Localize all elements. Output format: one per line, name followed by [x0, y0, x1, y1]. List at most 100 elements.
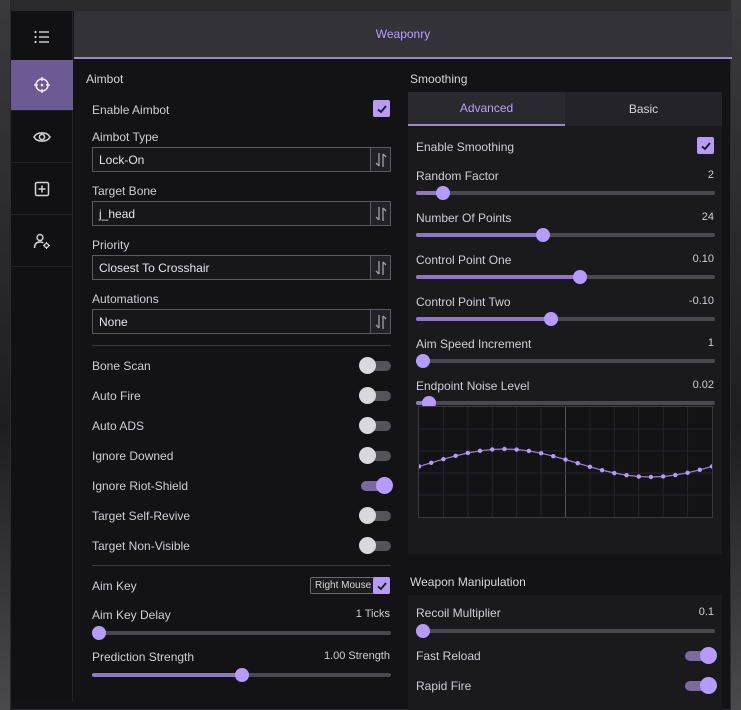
- curve-point: [587, 464, 593, 469]
- smoothing-slider-label: Control Point One: [416, 253, 512, 267]
- curve-point: [453, 453, 458, 459]
- toggle-label: Ignore Riot-Shield: [92, 479, 189, 493]
- smoothing-slider[interactable]: [416, 354, 715, 368]
- smoothing-slider-value: 2: [707, 169, 714, 181]
- toggle-knob: [359, 387, 376, 404]
- page-header: Weaponry: [74, 11, 732, 59]
- aim-key-checkbox[interactable]: [373, 577, 390, 594]
- prediction-strength-value: 1.00 Strength: [323, 650, 390, 662]
- priority-dropdown[interactable]: Closest To Crosshair: [92, 255, 391, 280]
- curve-point: [538, 451, 544, 456]
- curve-point: [624, 473, 629, 478]
- curve-point: [429, 460, 434, 466]
- smoothing-slider[interactable]: [416, 228, 715, 242]
- toggle-label: Auto Fire: [92, 389, 141, 403]
- smoothing-slider-label: Control Point Two: [416, 295, 511, 309]
- aim-key-delay-slider[interactable]: [92, 626, 391, 640]
- toggle-switch[interactable]: [359, 387, 391, 404]
- recoil-multiplier-label: Recoil Multiplier: [416, 606, 501, 620]
- weapon-manipulation-panel: Recoil Multiplier 0.1 Fast Reload Rapid …: [408, 595, 722, 710]
- slider-thumb[interactable]: [572, 270, 587, 284]
- toggle-switch[interactable]: [359, 507, 391, 524]
- toggle-knob: [359, 357, 376, 374]
- aimbot-type-value: Lock-On: [99, 153, 145, 167]
- smoothing-slider[interactable]: [416, 186, 715, 200]
- priority-label: Priority: [92, 238, 130, 252]
- smoothing-slider[interactable]: [416, 312, 715, 326]
- sidebar-item-misc[interactable]: [11, 163, 73, 215]
- smoothing-slider-label: Number Of Points: [416, 211, 512, 225]
- slider-thumb[interactable]: [92, 626, 106, 640]
- smoothing-curve-graph: [416, 406, 715, 518]
- smoothing-slider-value: 24: [701, 211, 714, 223]
- smoothing-slider-value: -0.10: [688, 295, 714, 307]
- check-icon: [376, 104, 387, 113]
- toggle-label: Bone Scan: [92, 359, 151, 373]
- fast-reload-toggle[interactable]: [685, 647, 717, 664]
- tab-advanced[interactable]: Advanced: [408, 92, 565, 126]
- menu-icon: [34, 30, 49, 43]
- aimbot-type-dropdown[interactable]: Lock-On: [92, 147, 391, 172]
- enable-aimbot-label: Enable Aimbot: [92, 103, 170, 117]
- slider-fill: [416, 233, 543, 237]
- prediction-strength-slider[interactable]: [92, 668, 391, 682]
- enable-smoothing-label: Enable Smoothing: [416, 140, 515, 154]
- curve-point: [563, 457, 568, 462]
- smoothing-curve-svg: [416, 407, 715, 517]
- sidebar-item-aimbot[interactable]: [11, 60, 73, 111]
- slider-thumb[interactable]: [234, 668, 249, 682]
- dropdown-arrow-icon: [370, 256, 390, 279]
- slider-thumb[interactable]: [435, 186, 450, 200]
- sidebar: [11, 11, 73, 701]
- check-icon: [376, 581, 387, 590]
- curve-point: [514, 447, 519, 452]
- sidebar-item-settings[interactable]: [11, 215, 73, 267]
- enable-smoothing-checkbox[interactable]: [697, 137, 714, 154]
- rapid-fire-toggle[interactable]: [685, 677, 717, 694]
- slider-thumb[interactable]: [416, 354, 430, 368]
- aimbot-section-title: Aimbot: [86, 72, 124, 86]
- sidebar-item-visuals[interactable]: [11, 111, 73, 163]
- slider-thumb[interactable]: [544, 312, 559, 326]
- target-bone-dropdown[interactable]: j_head: [92, 201, 391, 226]
- toggle-knob: [359, 417, 376, 434]
- smoothing-slider-value: 1: [707, 337, 714, 349]
- automations-dropdown[interactable]: None: [92, 309, 391, 334]
- check-icon: [700, 141, 711, 150]
- recoil-multiplier-slider[interactable]: [416, 624, 715, 638]
- toggle-label: Target Self-Revive: [92, 509, 191, 523]
- sidebar-item-menu[interactable]: [11, 11, 73, 63]
- curve-point: [477, 448, 483, 453]
- curve-point: [490, 447, 495, 452]
- dropdown-arrow-icon: [370, 148, 390, 171]
- slider-fill: [416, 317, 552, 321]
- page-title: Weaponry: [375, 27, 431, 41]
- toggle-switch[interactable]: [359, 537, 391, 554]
- fast-reload-label: Fast Reload: [416, 649, 481, 663]
- tab-basic[interactable]: Basic: [565, 92, 722, 126]
- toggle-switch[interactable]: [359, 447, 391, 464]
- smoothing-slider[interactable]: [416, 396, 715, 410]
- curve-point: [502, 446, 507, 452]
- slider-thumb[interactable]: [416, 624, 430, 638]
- smoothing-slider[interactable]: [416, 270, 715, 284]
- user-gear-icon: [33, 233, 50, 249]
- smoothing-panel: Advanced Basic Enable Smoothing Random F…: [408, 92, 722, 554]
- slider-thumb[interactable]: [535, 228, 550, 242]
- prediction-strength-label: Prediction Strength: [92, 650, 195, 664]
- toggle-switch[interactable]: [359, 357, 391, 374]
- aim-key-button[interactable]: Right Mouse: [310, 577, 377, 594]
- smoothing-slider-value: 0.10: [692, 253, 714, 265]
- toggle-knob: [376, 477, 393, 494]
- aim-key-label: Aim Key: [92, 579, 137, 593]
- toggle-switch[interactable]: [359, 417, 391, 434]
- toggle-knob: [700, 647, 717, 664]
- aim-key-delay-value: 1 Ticks: [355, 608, 390, 620]
- toggle-switch[interactable]: [361, 477, 393, 494]
- dropdown-arrow-icon: [370, 202, 390, 225]
- enable-aimbot-checkbox[interactable]: [373, 100, 390, 117]
- curve-point: [575, 460, 580, 466]
- crosshair-icon: [34, 77, 50, 93]
- aim-key-delay-label: Aim Key Delay: [92, 608, 171, 622]
- slider-fill: [92, 673, 242, 677]
